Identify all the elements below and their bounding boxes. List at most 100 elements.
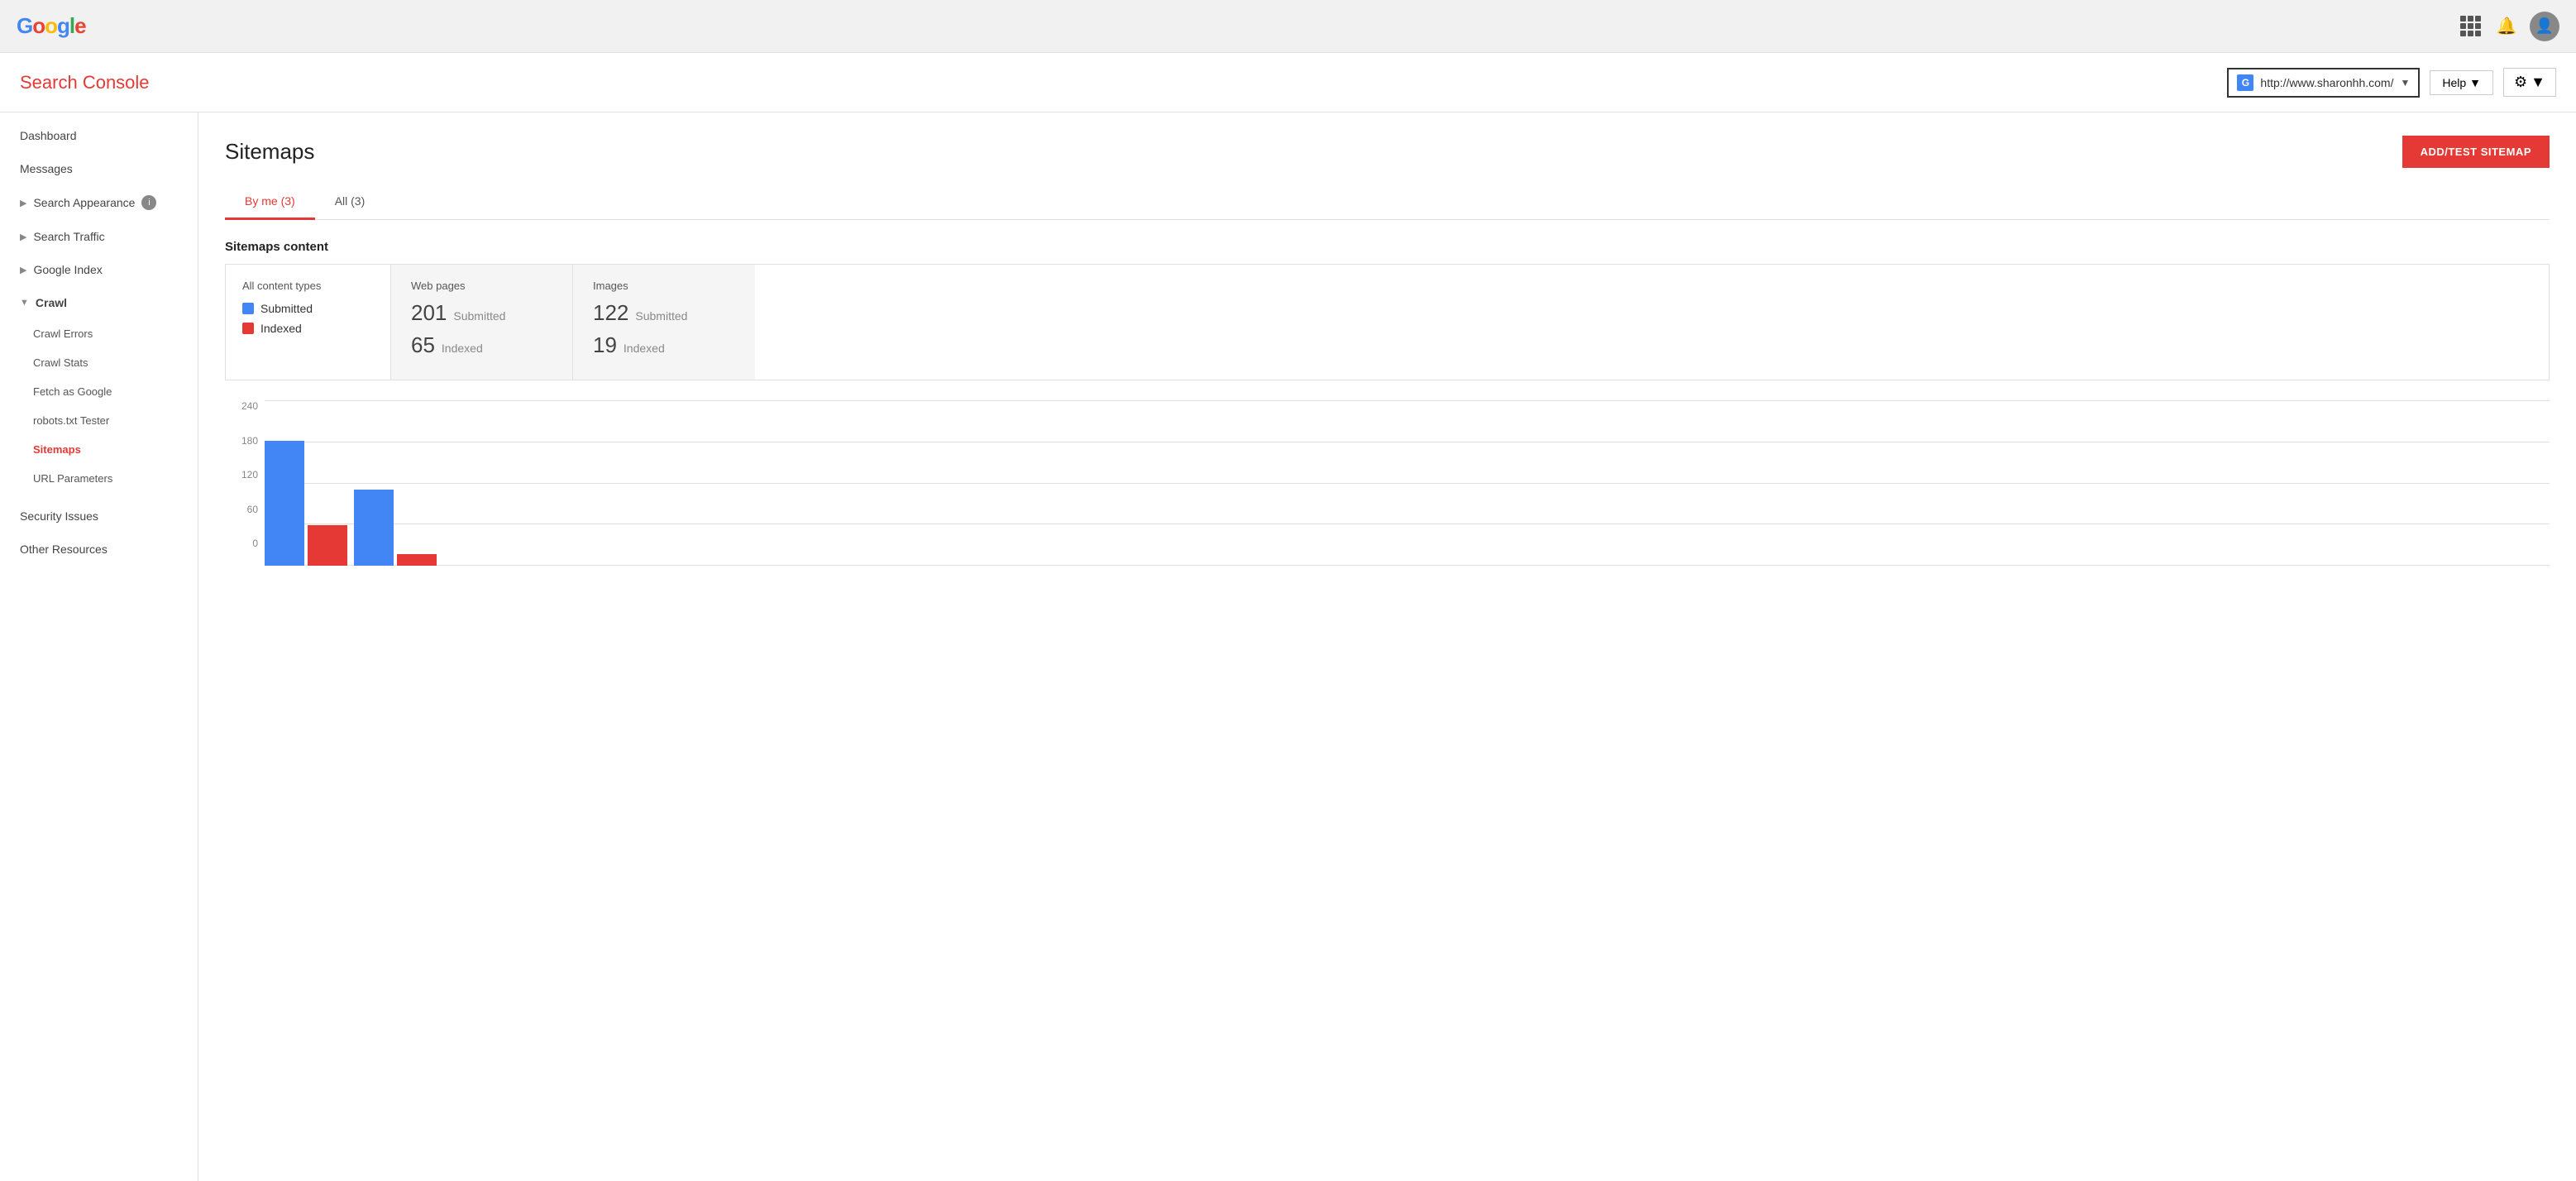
bar-group-0	[265, 441, 347, 566]
add-test-sitemap-button[interactable]: ADD/TEST SITEMAP	[2402, 136, 2550, 168]
site-url: http://www.sharonhh.com/	[2260, 76, 2393, 89]
y-label-120: 120	[225, 469, 258, 481]
top-bar: Google 🔔 👤	[0, 0, 2576, 53]
images-submitted-row: 122 Submitted	[593, 300, 735, 326]
images-submitted-label: Submitted	[635, 309, 687, 323]
gear-icon: ⚙	[2514, 74, 2527, 91]
sitemaps-content-label: Sitemaps content	[225, 240, 2550, 254]
sidebar-item-other-resources[interactable]: Other Resources	[0, 533, 198, 566]
dot	[2460, 23, 2466, 29]
help-chevron: ▼	[2469, 76, 2481, 89]
arrow-crawl: ▼	[20, 298, 29, 308]
bar-red-1	[397, 554, 437, 566]
sidebar-sub-item-crawl-stats[interactable]: Crawl Stats	[0, 348, 198, 377]
chart-area: 240 180 120 60 0	[225, 400, 2550, 566]
crawl-label: Crawl	[36, 296, 67, 309]
y-label-240: 240	[225, 400, 258, 412]
sidebar-sub-item-url-parameters[interactable]: URL Parameters	[0, 464, 198, 493]
sidebar-item-search-traffic[interactable]: ▶ Search Traffic	[0, 220, 198, 253]
grid-dots	[2460, 16, 2481, 36]
search-console-title: Search Console	[20, 72, 150, 93]
indexed-legend-label: Indexed	[260, 322, 302, 335]
dot	[2475, 23, 2481, 29]
settings-chevron: ▼	[2531, 74, 2545, 91]
second-bar: Search Console G http://www.sharonhh.com…	[0, 53, 2576, 112]
sidebar-item-search-appearance[interactable]: ▶ Search Appearance i	[0, 185, 198, 220]
content-types-grid: All content types Submitted Indexed Web …	[225, 264, 2550, 380]
web-pages-submitted-label: Submitted	[453, 309, 505, 323]
dot	[2460, 31, 2466, 36]
arrow-search-traffic: ▶	[20, 232, 26, 242]
site-selector[interactable]: G http://www.sharonhh.com/ ▼	[2227, 68, 2420, 98]
fetch-as-google-label: Fetch as Google	[33, 385, 112, 398]
tab-all[interactable]: All (3)	[315, 184, 385, 220]
web-pages-submitted-number: 201	[411, 300, 447, 326]
search-traffic-label: Search Traffic	[33, 230, 104, 243]
sidebar-item-messages[interactable]: Messages	[0, 152, 198, 185]
grid-icon[interactable]	[2457, 13, 2483, 40]
submitted-legend-label: Submitted	[260, 302, 313, 315]
page-title: Sitemaps	[225, 139, 314, 165]
dot	[2475, 31, 2481, 36]
all-content-types-label: All content types	[242, 280, 374, 292]
sidebar-sub-item-sitemaps[interactable]: Sitemaps	[0, 435, 198, 464]
images-submitted-number: 122	[593, 300, 628, 326]
sidebar-sub-item-robots-tester[interactable]: robots.txt Tester	[0, 406, 198, 435]
dot	[2468, 31, 2473, 36]
images-indexed-number: 19	[593, 332, 617, 358]
images-title: Images	[593, 280, 735, 292]
help-button[interactable]: Help ▼	[2430, 70, 2493, 95]
web-pages-indexed-label: Indexed	[442, 342, 483, 355]
bar-group-1	[354, 490, 437, 566]
dot	[2475, 16, 2481, 22]
dot	[2468, 23, 2473, 29]
images-indexed-row: 19 Indexed	[593, 332, 735, 358]
other-resources-label: Other Resources	[20, 543, 108, 556]
sitemaps-label: Sitemaps	[33, 443, 81, 456]
settings-button[interactable]: ⚙ ▼	[2503, 68, 2556, 97]
web-pages-indexed-number: 65	[411, 332, 435, 358]
sidebar-sub-item-crawl-errors[interactable]: Crawl Errors	[0, 319, 198, 348]
images-cell: Images 122 Submitted 19 Indexed	[573, 265, 755, 380]
arrow-search-appearance: ▶	[20, 198, 26, 208]
site-badge: G	[2237, 74, 2253, 91]
sidebar-item-google-index[interactable]: ▶ Google Index	[0, 253, 198, 286]
dot	[2468, 16, 2473, 22]
sidebar-item-dashboard[interactable]: Dashboard	[0, 119, 198, 152]
content-type-left: All content types Submitted Indexed	[226, 265, 391, 380]
submitted-dot	[242, 303, 254, 314]
bar-blue-1	[354, 490, 394, 566]
avatar[interactable]: 👤	[2530, 12, 2559, 41]
legend-indexed: Indexed	[242, 322, 374, 335]
tabs-container: By me (3) All (3)	[225, 184, 2550, 220]
bell-icon[interactable]: 🔔	[2493, 13, 2520, 40]
y-label-60: 60	[225, 504, 258, 515]
y-label-180: 180	[225, 435, 258, 447]
crawl-stats-label: Crawl Stats	[33, 356, 88, 369]
content-area: Sitemaps ADD/TEST SITEMAP By me (3) All …	[198, 112, 2576, 1181]
bar-red-0	[308, 525, 347, 566]
sidebar-sub-item-fetch-as-google[interactable]: Fetch as Google	[0, 377, 198, 406]
main-layout: Dashboard Messages ▶ Search Appearance i…	[0, 112, 2576, 1181]
security-issues-label: Security Issues	[20, 509, 98, 523]
tab-by-me[interactable]: By me (3)	[225, 184, 315, 220]
google-index-label: Google Index	[33, 263, 102, 276]
sidebar-item-security-issues[interactable]: Security Issues	[0, 500, 198, 533]
second-bar-right: G http://www.sharonhh.com/ ▼ Help ▼ ⚙ ▼	[2227, 68, 2556, 98]
web-pages-cell: Web pages 201 Submitted 65 Indexed	[391, 265, 573, 380]
top-bar-right: 🔔 👤	[2457, 12, 2559, 41]
sidebar-item-crawl[interactable]: ▼ Crawl	[0, 286, 198, 319]
crawl-errors-label: Crawl Errors	[33, 328, 93, 340]
page-title-row: Sitemaps ADD/TEST SITEMAP	[225, 136, 2550, 168]
web-pages-submitted-row: 201 Submitted	[411, 300, 552, 326]
help-label: Help	[2442, 76, 2466, 89]
arrow-google-index: ▶	[20, 265, 26, 275]
dashboard-label: Dashboard	[20, 129, 77, 142]
chart-y-labels: 240 180 120 60 0	[225, 400, 258, 549]
indexed-dot	[242, 323, 254, 334]
legend-submitted: Submitted	[242, 302, 374, 315]
web-pages-indexed-row: 65 Indexed	[411, 332, 552, 358]
site-chevron: ▼	[2400, 77, 2410, 88]
chart-canvas	[265, 400, 2550, 566]
web-pages-title: Web pages	[411, 280, 552, 292]
